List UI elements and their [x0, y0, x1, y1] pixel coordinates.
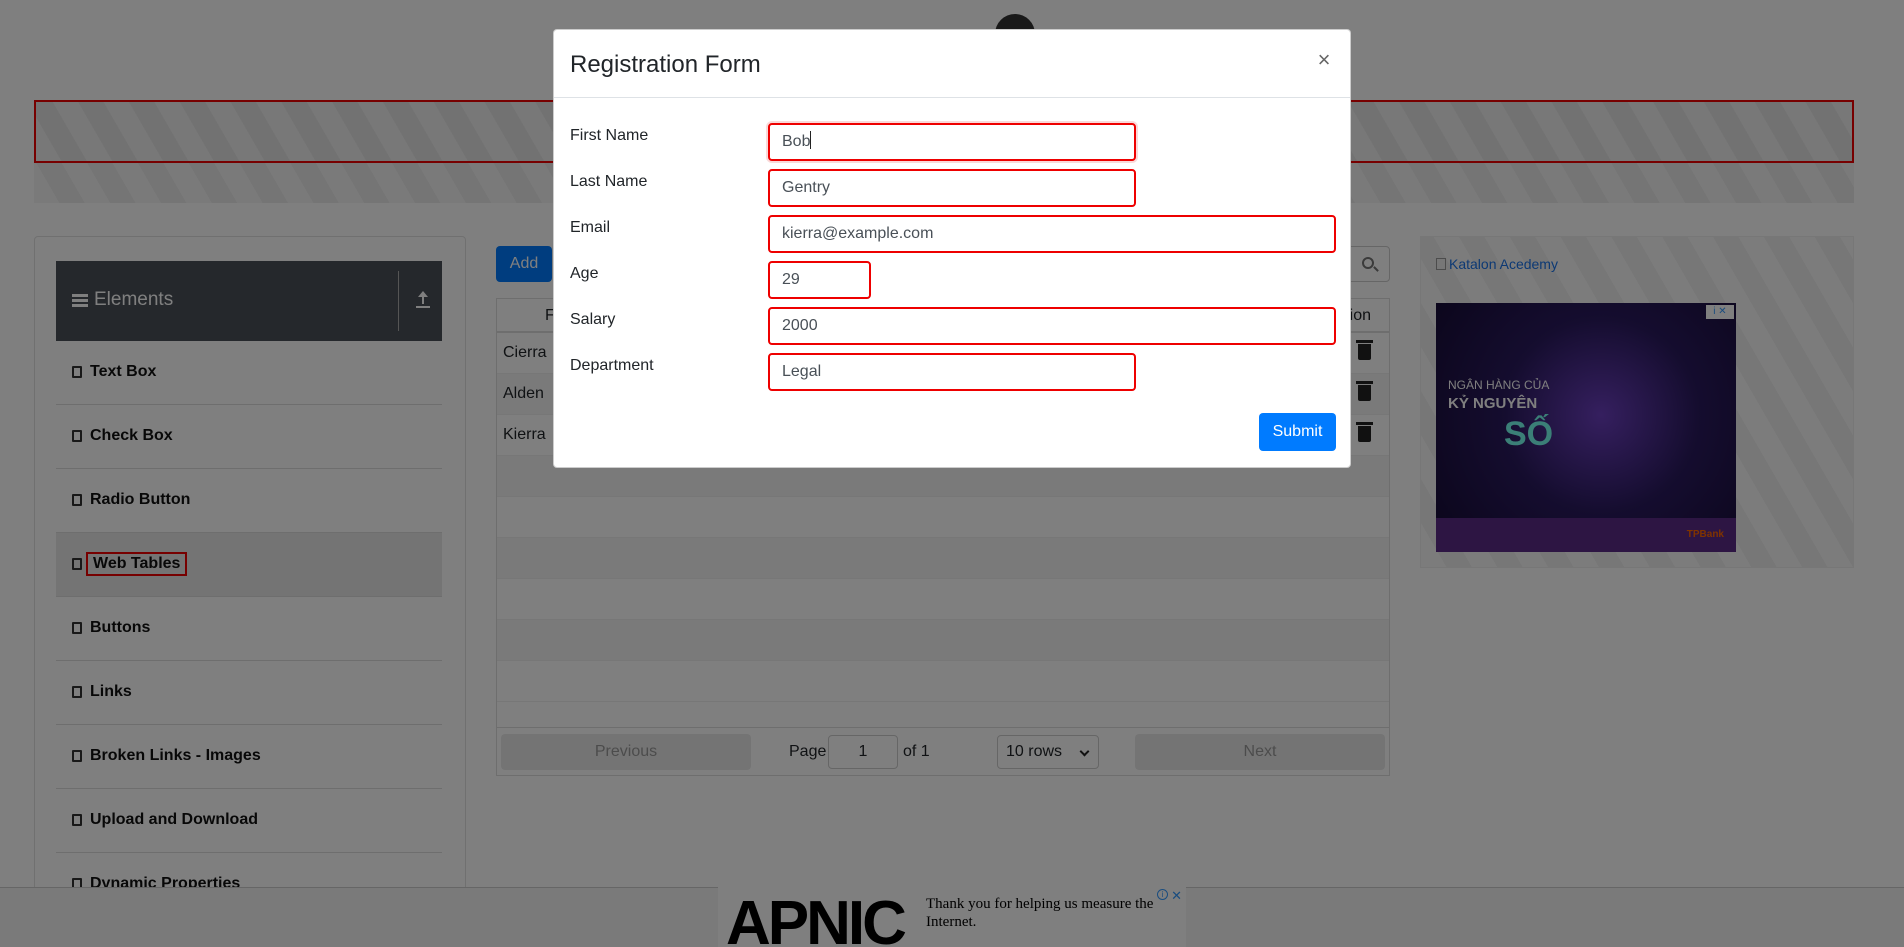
- department-label: Department: [570, 357, 654, 374]
- email-label: Email: [570, 219, 611, 236]
- email-input[interactable]: kierra@example.com: [768, 215, 1336, 253]
- last-name-input[interactable]: Gentry: [768, 169, 1136, 207]
- department-input[interactable]: Legal: [768, 353, 1136, 391]
- salary-input[interactable]: 2000: [768, 307, 1336, 345]
- modal-header: Registration Form ×: [554, 30, 1350, 98]
- last-name-label: Last Name: [570, 173, 648, 190]
- registration-form-modal: Registration Form × First Name Bob Last …: [553, 29, 1351, 468]
- submit-button[interactable]: Submit: [1259, 413, 1336, 451]
- close-button[interactable]: ×: [1314, 48, 1334, 72]
- salary-label: Salary: [570, 311, 616, 328]
- modal-title: Registration Form: [570, 51, 761, 78]
- first-name-value: Bob: [782, 133, 811, 150]
- first-name-input[interactable]: Bob: [768, 123, 1136, 161]
- age-input[interactable]: 29: [768, 261, 871, 299]
- first-name-label: First Name: [570, 127, 649, 144]
- age-label: Age: [570, 265, 599, 282]
